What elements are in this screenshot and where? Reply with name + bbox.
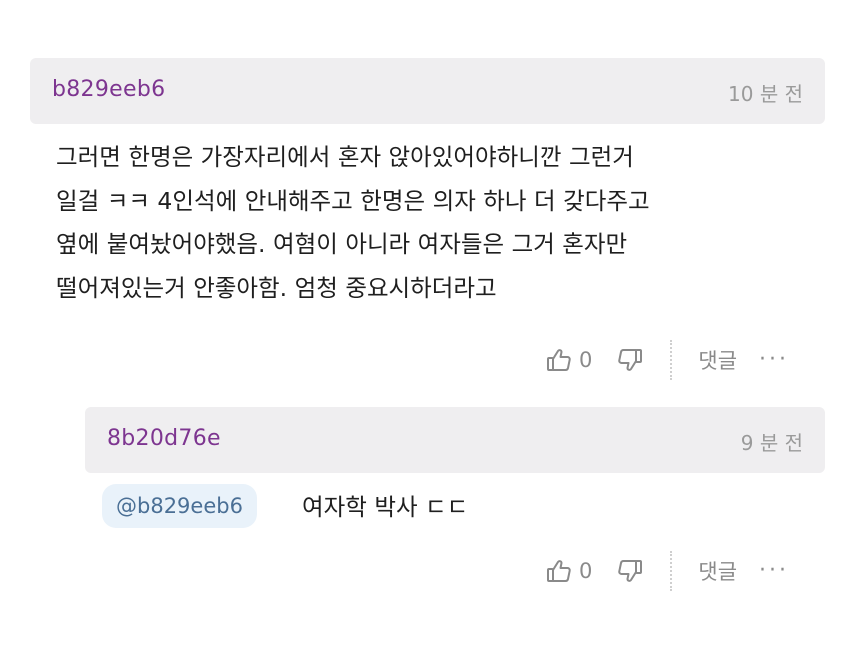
comment-author[interactable]: b829eeb6 [52, 77, 165, 102]
thumbs-down-icon[interactable] [616, 346, 644, 374]
reply-timestamp: 9 분 전 [740, 431, 803, 455]
like-count: 0 [579, 559, 593, 583]
comment-thread: b829eeb6 10 분 전 그러면 한명은 가장자리에서 혼자 앉아있어야하… [0, 0, 854, 645]
mention-tag[interactable]: @b829eeb6 [102, 484, 257, 528]
divider [670, 551, 673, 591]
like-count: 0 [579, 348, 593, 372]
comment-actions: 0 댓글 ··· [545, 340, 789, 380]
reply-actions: 0 댓글 ··· [545, 551, 789, 591]
more-icon[interactable]: ··· [759, 349, 789, 371]
divider [670, 340, 673, 380]
reply-button[interactable]: 댓글 [698, 556, 737, 586]
comment-header: b829eeb6 10 분 전 [30, 58, 825, 124]
thumbs-up-icon[interactable] [545, 346, 573, 374]
comment-body: 그러면 한명은 가장자리에서 혼자 앉아있어야하니깐 그런거 일걸 ㅋㅋ 4인석… [56, 143, 650, 302]
more-icon[interactable]: ··· [759, 560, 789, 582]
reply-header: 8b20d76e 9 분 전 [85, 407, 825, 473]
thumbs-down-icon[interactable] [616, 557, 644, 585]
reply-body: 여자학 박사 ㄷㄷ [302, 493, 469, 521]
thumbs-up-icon[interactable] [545, 557, 573, 585]
comment-timestamp: 10 분 전 [728, 82, 803, 106]
reply-author[interactable]: 8b20d76e [107, 426, 221, 451]
reply-button[interactable]: 댓글 [698, 345, 737, 375]
